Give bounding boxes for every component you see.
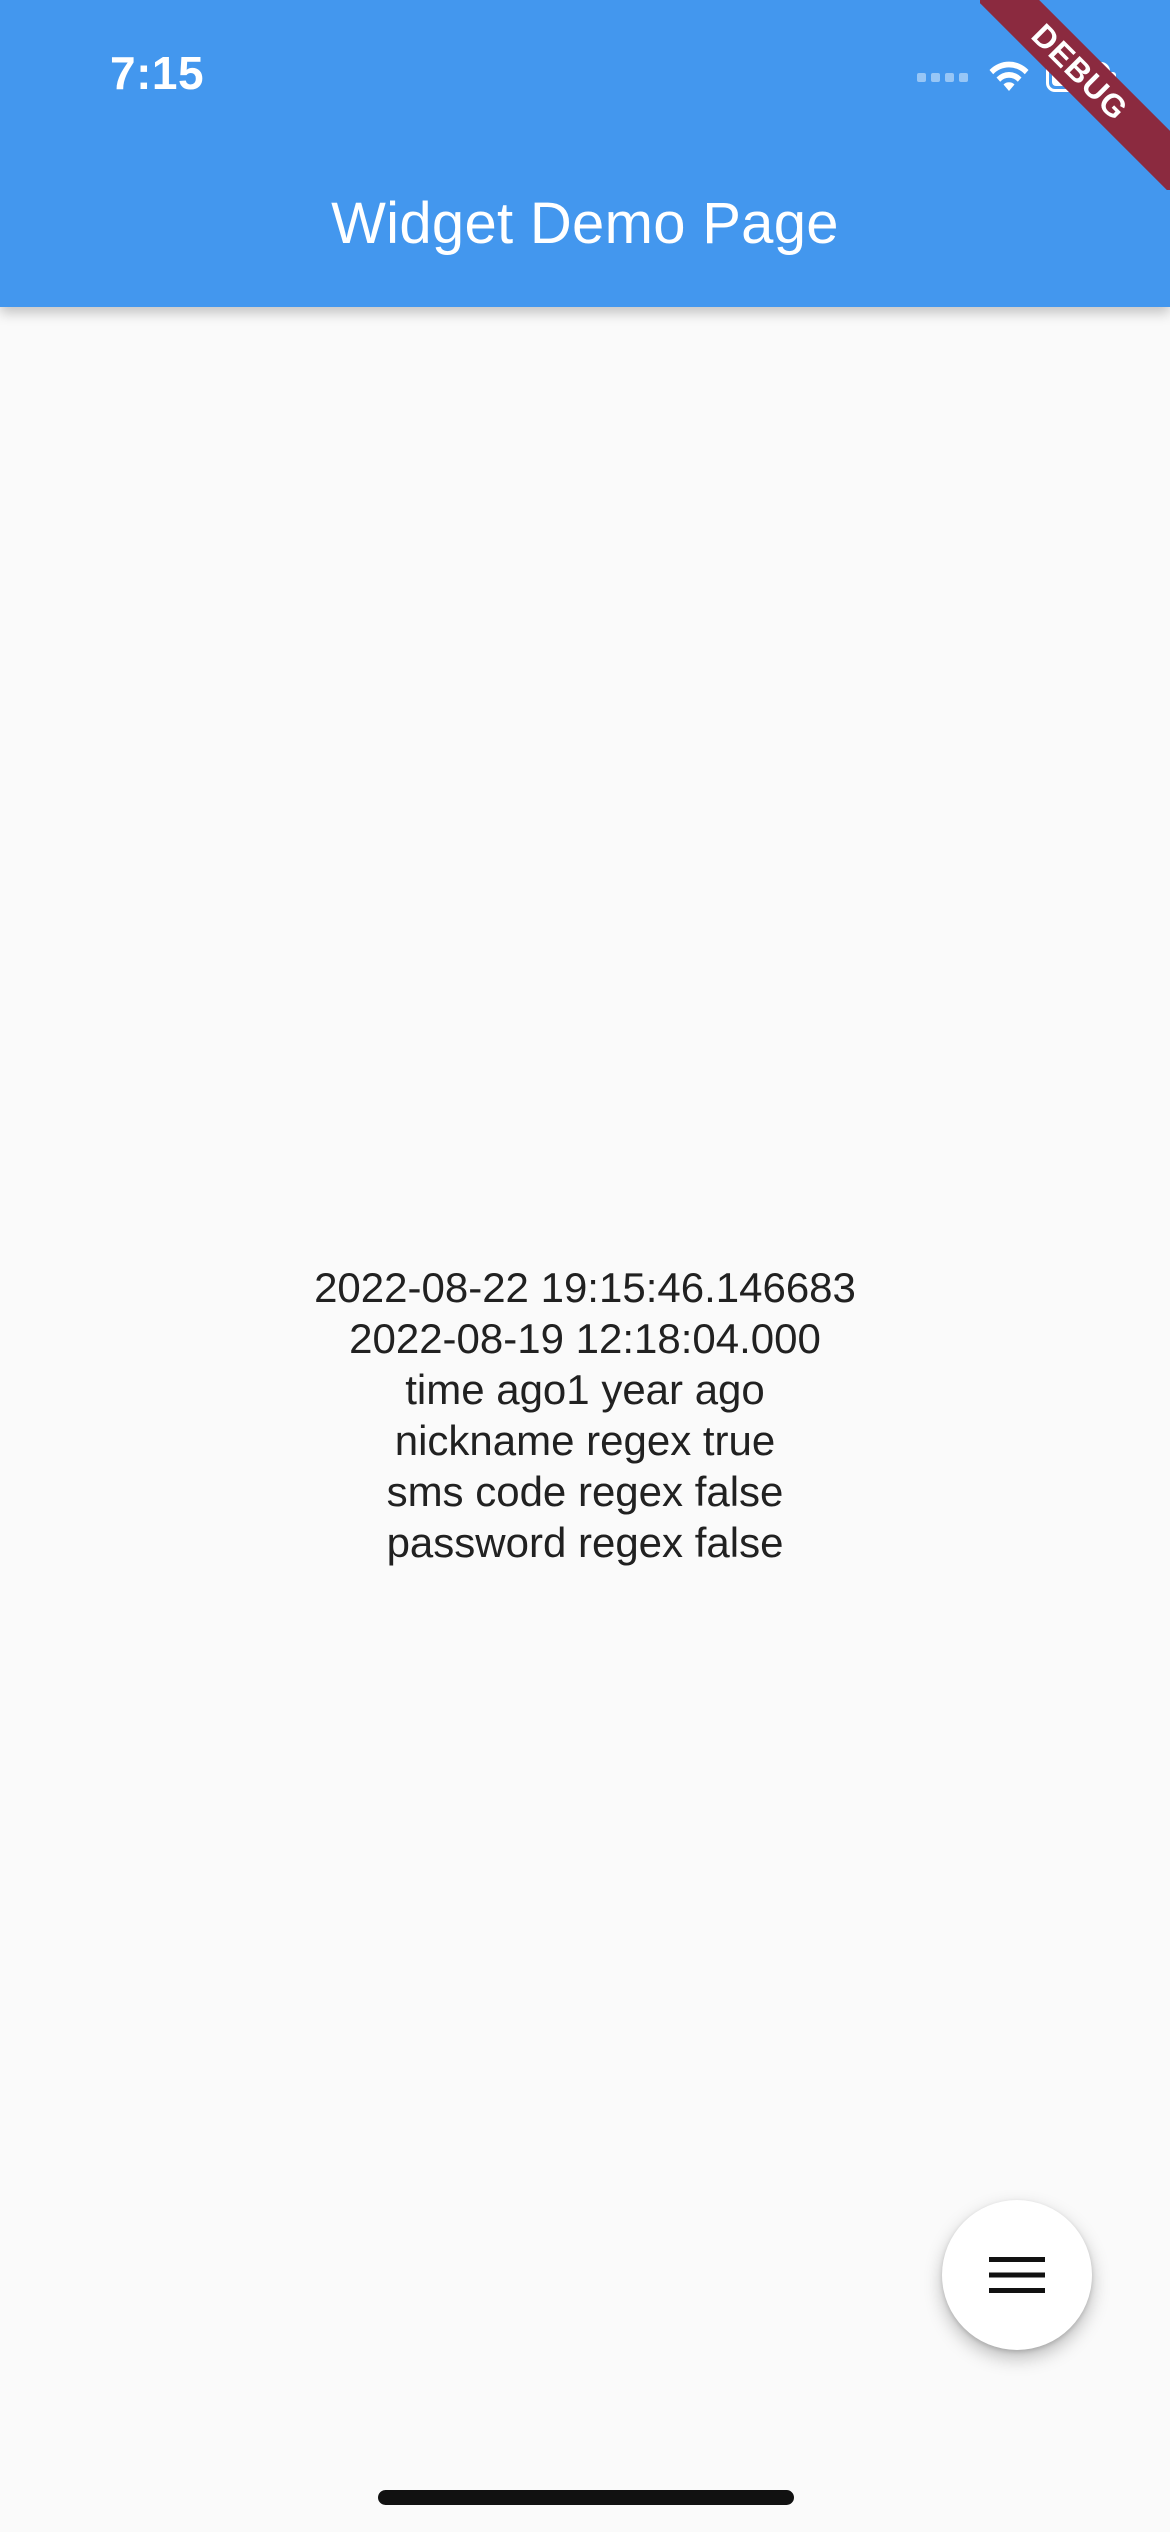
password-regex-text: password regex false <box>386 1519 784 1566</box>
app-bar: 7:15 Widget Demo Page <box>0 0 1170 307</box>
demo-output: 2022-08-22 19:15:46.146683 2022-08-19 12… <box>0 1262 1170 1568</box>
time-ago-text: time ago1 year ago <box>405 1366 765 1413</box>
nickname-regex-text: nickname regex true <box>394 1417 776 1464</box>
current-datetime-text: 2022-08-22 19:15:46.146683 <box>314 1264 856 1311</box>
parsed-datetime-text: 2022-08-19 12:18:04.000 <box>349 1315 821 1362</box>
sms-code-regex-text: sms code regex false <box>386 1468 784 1515</box>
wifi-icon <box>989 61 1029 91</box>
status-icons <box>917 52 1116 102</box>
screen: 7:15 Widget Demo Page DEBUG 2022-08-22 1… <box>0 0 1170 2532</box>
menu-icon <box>989 2257 1045 2293</box>
cellular-signal-icon <box>917 72 968 82</box>
page-title: Widget Demo Page <box>331 191 839 256</box>
menu-button[interactable] <box>942 2200 1092 2350</box>
battery-icon <box>1046 62 1116 92</box>
status-time: 7:15 <box>110 47 205 99</box>
home-indicator[interactable] <box>378 2490 794 2505</box>
